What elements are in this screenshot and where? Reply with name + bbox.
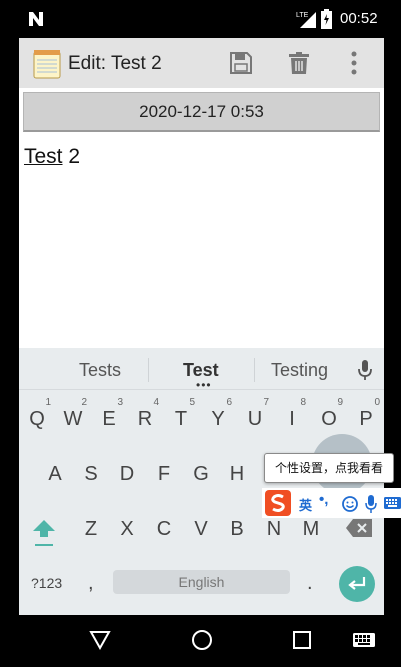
key-hint: 2 [81, 397, 87, 408]
emoji-icon[interactable] [342, 496, 358, 512]
key-hint: 7 [263, 397, 269, 408]
key-t[interactable]: 5T [166, 397, 196, 439]
key-b[interactable]: B [222, 509, 252, 549]
mic-icon[interactable] [365, 495, 377, 513]
n-icon [29, 12, 43, 26]
date-button[interactable]: 2020-12-17 0:53 [23, 92, 380, 132]
key-hint: 1 [45, 397, 51, 408]
more-suggestions-dots: ••• [196, 378, 212, 392]
suggestion-strip: Tests Test ••• Testing [19, 348, 384, 392]
back-icon[interactable] [89, 630, 111, 650]
key-label: B [230, 518, 244, 540]
shift-icon[interactable] [32, 518, 56, 548]
key-r[interactable]: 4R [130, 397, 160, 439]
toolbar: Edit: Test 2 [19, 38, 384, 88]
keyboard-icon[interactable] [353, 633, 375, 647]
key-d[interactable]: D [112, 454, 142, 494]
key-y[interactable]: 6Y [203, 397, 233, 439]
key-label: C [156, 518, 172, 540]
ime-language-toggle[interactable]: 英 [299, 495, 312, 514]
lte-signal-icon: LTE [296, 12, 316, 28]
key-u[interactable]: 7U [240, 397, 270, 439]
key-i[interactable]: 8I [277, 397, 307, 439]
ime-punctuation-toggle[interactable]: •, [319, 491, 328, 508]
key-hint: 3 [117, 397, 123, 408]
key-a[interactable]: A [40, 454, 70, 494]
key-f[interactable]: F [149, 454, 179, 494]
key-label: Z [84, 518, 98, 540]
key-label: H [229, 463, 245, 485]
key-hint: 0 [374, 397, 380, 408]
space-bar[interactable]: English [113, 570, 290, 594]
ime-tooltip-text: 个性设置，点我看看 [274, 461, 383, 475]
suggestion-right[interactable]: Testing [271, 360, 328, 381]
ime-tooltip[interactable]: 个性设置，点我看看 [264, 453, 394, 483]
note-word-rest: 2 [62, 145, 81, 168]
key-label: V [194, 518, 208, 540]
backspace-icon[interactable] [345, 518, 373, 538]
key-label: X [120, 518, 134, 540]
key-hint: 6 [226, 397, 232, 408]
page-title: Edit: Test 2 [68, 53, 162, 74]
key-c[interactable]: C [149, 509, 179, 549]
key-e[interactable]: 3E [94, 397, 124, 439]
navigation-bar [0, 615, 401, 667]
app-window: Edit: Test 2 2020-12-17 0:53 Test 2 Test… [19, 38, 384, 615]
mic-icon[interactable] [357, 359, 373, 381]
recent-apps-icon[interactable] [292, 630, 312, 650]
key-x[interactable]: X [112, 509, 142, 549]
battery-icon [321, 9, 332, 29]
keyboard-icon[interactable] [384, 497, 401, 509]
status-bar: LTE 00:52 [0, 0, 401, 38]
sogou-logo-icon[interactable] [265, 490, 291, 516]
key-q[interactable]: 1Q [22, 397, 52, 439]
enter-icon [348, 577, 366, 590]
key-h[interactable]: H [222, 454, 252, 494]
note-text-area[interactable]: Test 2 [24, 145, 80, 169]
comma-key[interactable]: , [88, 572, 94, 595]
delete-icon[interactable] [286, 50, 312, 76]
key-hint: 5 [189, 397, 195, 408]
key-label: D [119, 463, 135, 485]
note-word-composing: Test [24, 145, 63, 168]
key-s[interactable]: S [76, 454, 106, 494]
suggestion-divider [254, 358, 255, 382]
key-p[interactable]: 0P [351, 397, 381, 439]
key-label: F [157, 463, 171, 485]
key-g[interactable]: G [186, 454, 216, 494]
notepad-app-icon[interactable] [33, 49, 61, 79]
key-label: A [48, 463, 62, 485]
more-vert-icon[interactable] [347, 50, 361, 76]
suggestion-divider [148, 358, 149, 382]
key-z[interactable]: Z [76, 509, 106, 549]
date-button-label: 2020-12-17 0:53 [139, 101, 264, 121]
suggestion-left[interactable]: Tests [79, 360, 121, 381]
home-icon[interactable] [191, 629, 213, 651]
key-v[interactable]: V [186, 509, 216, 549]
key-hint: 9 [337, 397, 343, 408]
period-key[interactable]: . [307, 572, 313, 595]
ime-toolbar: 英 •, [262, 488, 401, 518]
status-time: 00:52 [340, 10, 378, 27]
save-icon[interactable] [228, 50, 254, 76]
symbols-key[interactable]: ?123 [31, 575, 62, 591]
enter-key[interactable] [339, 566, 375, 602]
key-o[interactable]: 9O [314, 397, 344, 439]
space-bar-label: English [178, 574, 225, 590]
key-w[interactable]: 2W [58, 397, 88, 439]
key-label: S [84, 463, 98, 485]
key-hint: 8 [300, 397, 306, 408]
svg-text:LTE: LTE [296, 12, 309, 19]
key-label: G [193, 463, 209, 485]
key-hint: 4 [153, 397, 159, 408]
